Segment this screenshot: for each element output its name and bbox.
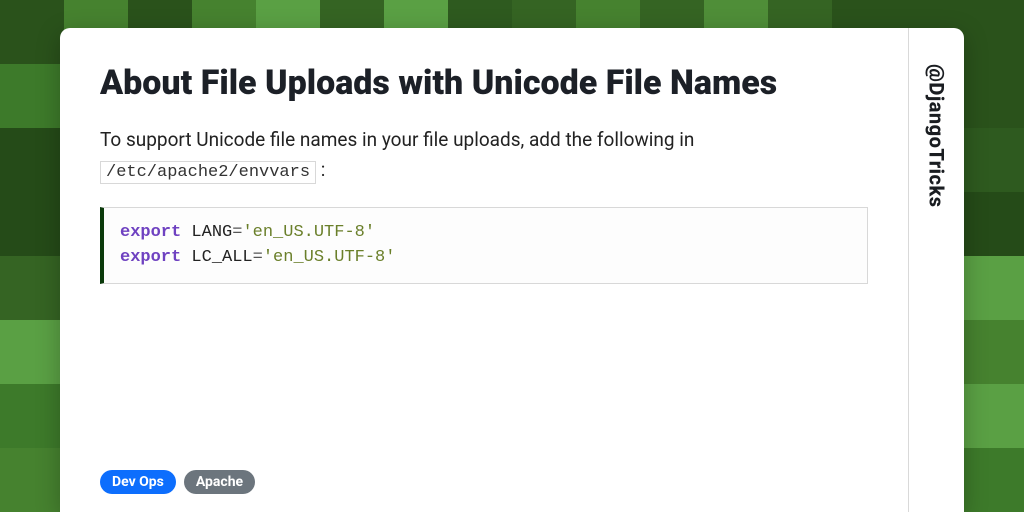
article-title: About File Uploads with Unicode File Nam…: [100, 64, 791, 103]
code-operator: =: [232, 223, 242, 242]
code-line: export LANG='en_US.UTF-8': [120, 220, 851, 246]
code-identifier: LANG: [191, 223, 232, 242]
config-path-code: /etc/apache2/envvars: [100, 161, 316, 184]
code-line: export LC_ALL='en_US.UTF-8': [120, 245, 851, 271]
code-string: 'en_US.UTF-8': [263, 248, 396, 267]
tag-apache[interactable]: Apache: [184, 470, 255, 494]
code-operator: =: [253, 248, 263, 267]
tag-row: Dev Ops Apache: [100, 470, 255, 494]
tag-dev-ops[interactable]: Dev Ops: [100, 470, 176, 494]
sidebar: @DjangoTricks: [908, 28, 964, 512]
article-lead: To support Unicode file names in your fi…: [100, 125, 868, 187]
lead-text-post: :: [321, 158, 326, 181]
article-card: About File Uploads with Unicode File Nam…: [60, 28, 964, 512]
code-identifier: LC_ALL: [191, 248, 252, 267]
code-keyword: export: [120, 248, 181, 267]
lead-text-pre: To support Unicode file names in your fi…: [100, 128, 694, 151]
code-string: 'en_US.UTF-8': [242, 223, 375, 242]
author-handle[interactable]: @DjangoTricks: [925, 64, 949, 208]
code-block: export LANG='en_US.UTF-8'export LC_ALL='…: [100, 207, 868, 284]
code-keyword: export: [120, 223, 181, 242]
article-content: About File Uploads with Unicode File Nam…: [60, 28, 908, 512]
